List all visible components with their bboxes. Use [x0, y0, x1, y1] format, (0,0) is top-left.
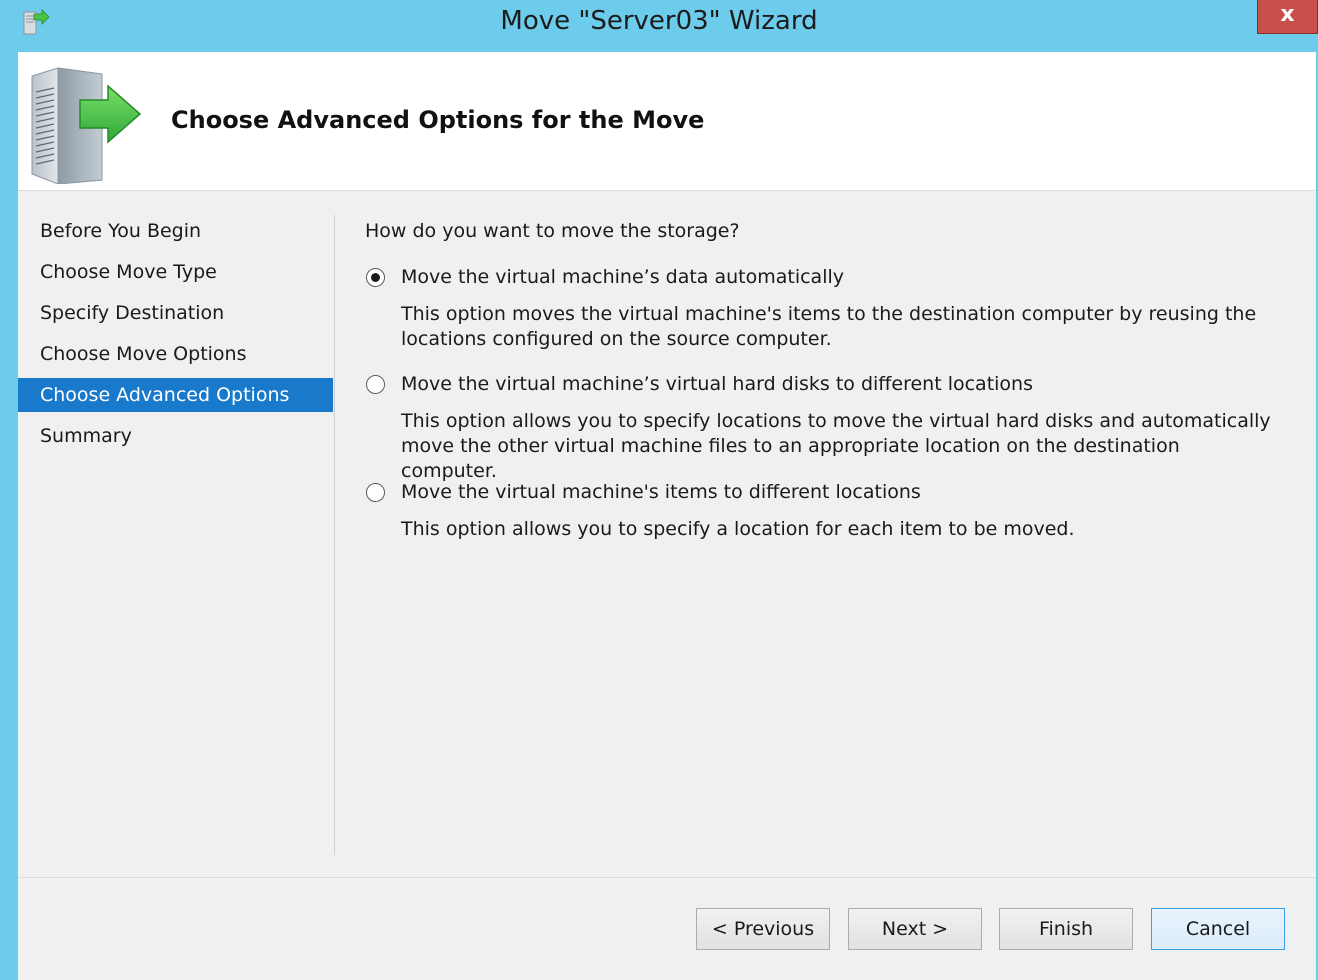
radio-move-data-automatically[interactable] [366, 268, 385, 287]
radio-selected-dot [371, 273, 380, 282]
nav-divider [334, 215, 335, 855]
page-title: Choose Advanced Options for the Move [171, 106, 705, 134]
option-label[interactable]: Move the virtual machine’s data automati… [401, 266, 844, 288]
nav-step-before-you-begin[interactable]: Before You Begin [18, 214, 333, 248]
server-move-icon [31, 67, 142, 184]
close-icon: x [1280, 2, 1295, 27]
title-bar[interactable]: Move "Server03" Wizard x [0, 0, 1318, 52]
nav-step-choose-advanced-options[interactable]: Choose Advanced Options [18, 378, 333, 412]
finish-button[interactable]: Finish [999, 908, 1133, 950]
wizard-client-area: Choose Advanced Options for the Move Bef… [18, 52, 1316, 980]
option-label[interactable]: Move the virtual machine's items to diff… [401, 481, 921, 503]
cancel-button[interactable]: Cancel [1151, 908, 1285, 950]
wizard-header: Choose Advanced Options for the Move [18, 52, 1316, 191]
previous-button[interactable]: < Previous [696, 908, 830, 950]
window-title: Move "Server03" Wizard [500, 6, 818, 36]
footer-divider [18, 877, 1316, 878]
option-description: This option moves the virtual machine's … [401, 303, 1257, 350]
nav-step-summary[interactable]: Summary [18, 419, 333, 453]
close-button[interactable]: x [1257, 0, 1318, 34]
wizard-window: Move "Server03" Wizard x Choose Advanced… [0, 0, 1318, 980]
option-description: This option allows you to specify locati… [401, 410, 1271, 482]
next-button[interactable]: Next > [848, 908, 982, 950]
wizard-step-list: Before You Begin Choose Move Type Specif… [18, 214, 333, 460]
nav-step-choose-move-options[interactable]: Choose Move Options [18, 337, 333, 371]
storage-question: How do you want to move the storage? [365, 220, 740, 242]
radio-move-items-different-locations[interactable] [366, 483, 385, 502]
nav-step-choose-move-type[interactable]: Choose Move Type [18, 255, 333, 289]
radio-move-vhds-different-locations[interactable] [366, 375, 385, 394]
option-description: This option allows you to specify a loca… [401, 518, 1075, 540]
option-label[interactable]: Move the virtual machine’s virtual hard … [401, 373, 1033, 395]
nav-step-specify-destination[interactable]: Specify Destination [18, 296, 333, 330]
